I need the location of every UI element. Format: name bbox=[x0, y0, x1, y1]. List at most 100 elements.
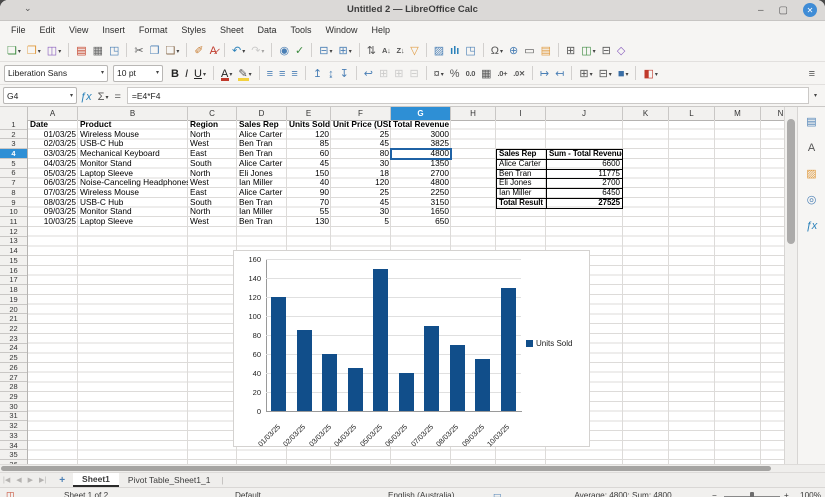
insert-image-button[interactable]: ▨ bbox=[432, 42, 446, 58]
row-header-8[interactable]: 8 bbox=[0, 188, 27, 198]
currency-format-button[interactable]: ¤▾ bbox=[432, 65, 446, 81]
cell[interactable]: 90 bbox=[287, 188, 331, 198]
cell[interactable]: West bbox=[188, 139, 237, 149]
pivot-cell[interactable]: 2700 bbox=[547, 179, 622, 188]
formula-input[interactable]: =E4*F4 bbox=[127, 87, 809, 104]
spreadsheet-grid[interactable]: ABCDEFGHIJKLMN 1234567891011121314151617… bbox=[0, 107, 784, 464]
column-header-C[interactable]: C bbox=[188, 107, 237, 120]
cell[interactable]: 120 bbox=[331, 178, 391, 188]
column-dropdown-icon[interactable]: ▾ bbox=[349, 46, 352, 58]
name-box[interactable]: G4 ▾ bbox=[3, 87, 77, 104]
language-status[interactable]: English (Australia) bbox=[388, 491, 454, 497]
conditional-formatting-button[interactable]: ◧▾ bbox=[641, 65, 659, 81]
cell[interactable]: Ben Tran bbox=[237, 198, 287, 208]
autofilter-button[interactable]: ▽ bbox=[408, 42, 420, 58]
cell[interactable]: 45 bbox=[331, 139, 391, 149]
row-header-2[interactable]: 2 bbox=[0, 130, 27, 140]
menu-tools[interactable]: Tools bbox=[283, 23, 318, 37]
row-header-26[interactable]: 26 bbox=[0, 363, 27, 373]
cell[interactable]: USB-C Hub bbox=[78, 198, 188, 208]
cell[interactable]: Laptop Sleeve bbox=[78, 217, 188, 227]
print-preview-button[interactable]: ◳ bbox=[107, 42, 121, 58]
insert-chart-button[interactable]: ılı bbox=[448, 42, 461, 58]
center-vertically-button[interactable]: ↨ bbox=[326, 65, 336, 81]
align-right-button[interactable]: ≡ bbox=[289, 65, 299, 81]
cell[interactable]: 06/03/25 bbox=[28, 178, 78, 188]
print-button[interactable]: ▦ bbox=[91, 42, 105, 58]
row-header-20[interactable]: 20 bbox=[0, 305, 27, 315]
column-header-A[interactable]: A bbox=[28, 107, 78, 120]
cell[interactable]: 120 bbox=[287, 130, 331, 140]
wrap-text-button[interactable]: ↩ bbox=[362, 65, 375, 81]
row-header-21[interactable]: 21 bbox=[0, 314, 27, 324]
row-header-12[interactable]: 12 bbox=[0, 227, 27, 237]
select-all-corner[interactable] bbox=[0, 107, 28, 120]
cell[interactable]: Ben Tran bbox=[237, 217, 287, 227]
draw-functions-button[interactable]: ◇ bbox=[615, 42, 627, 58]
special-character-button[interactable]: Ω▾ bbox=[489, 42, 505, 58]
row-button[interactable]: ⊟▾ bbox=[317, 42, 334, 58]
row-header-28[interactable]: 28 bbox=[0, 382, 27, 392]
cell[interactable]: 60 bbox=[287, 149, 331, 159]
menu-file[interactable]: File bbox=[4, 23, 33, 37]
underline-dropdown-icon[interactable]: ▾ bbox=[203, 69, 206, 81]
cell[interactable]: Monitor Stand bbox=[78, 207, 188, 217]
cell[interactable]: Eli Jones bbox=[237, 169, 287, 179]
cell[interactable]: USB-C Hub bbox=[78, 139, 188, 149]
cell[interactable]: 80 bbox=[331, 149, 391, 159]
clone-formatting-button[interactable]: ✐ bbox=[192, 42, 205, 58]
undo-button[interactable]: ↶▾ bbox=[230, 42, 247, 58]
menu-data[interactable]: Data bbox=[250, 23, 283, 37]
save-status-icon[interactable]: ◫ bbox=[6, 490, 15, 497]
row-headers[interactable]: 1234567891011121314151617181920212223242… bbox=[0, 120, 28, 464]
font-color-button[interactable]: A▾ bbox=[219, 65, 234, 81]
cell[interactable]: South bbox=[188, 198, 237, 208]
find-replace-button[interactable]: ◉ bbox=[277, 42, 291, 58]
column-header-G[interactable]: G bbox=[391, 107, 451, 120]
cell[interactable]: 150 bbox=[287, 169, 331, 179]
italic-button[interactable]: I bbox=[183, 65, 190, 81]
cell[interactable]: 3000 bbox=[391, 130, 451, 140]
paste-dropdown-icon[interactable]: ▾ bbox=[176, 46, 179, 58]
pivot-cell[interactable]: Ian Miller bbox=[497, 189, 547, 198]
insert-object-button[interactable]: ◳ bbox=[463, 42, 477, 58]
increase-indent-button[interactable]: ↦ bbox=[538, 65, 551, 81]
row-header-18[interactable]: 18 bbox=[0, 285, 27, 295]
cell[interactable]: North bbox=[188, 169, 237, 179]
row-header-4[interactable]: 4 bbox=[0, 149, 27, 159]
font-color-dropdown-icon[interactable]: ▾ bbox=[229, 69, 232, 81]
currency-format-dropdown-icon[interactable]: ▾ bbox=[441, 69, 444, 81]
decrease-indent-button[interactable]: ↤ bbox=[553, 65, 566, 81]
sidebar-tab-styles-icon[interactable]: A bbox=[808, 142, 815, 154]
cell[interactable]: 18 bbox=[331, 169, 391, 179]
cell[interactable]: 30 bbox=[331, 159, 391, 169]
row-header-27[interactable]: 27 bbox=[0, 373, 27, 383]
underline-button[interactable]: U▾ bbox=[192, 65, 208, 81]
sort-descending-button[interactable]: Z↓ bbox=[395, 42, 407, 58]
selection-mode-icon[interactable]: ▭ bbox=[493, 490, 502, 497]
align-top-button[interactable]: ↥ bbox=[311, 65, 324, 81]
horizontal-scrollbar-thumb[interactable] bbox=[1, 466, 771, 471]
sidebar-tab-properties-icon[interactable]: ▤ bbox=[806, 116, 816, 128]
align-left-button[interactable]: ≡ bbox=[265, 65, 275, 81]
cell[interactable]: 1350 bbox=[391, 159, 451, 169]
row-header-17[interactable]: 17 bbox=[0, 276, 27, 286]
split-window-button[interactable]: ⊟ bbox=[600, 42, 613, 58]
add-sheet-button[interactable]: + bbox=[59, 475, 65, 486]
menu-sheet[interactable]: Sheet bbox=[213, 23, 251, 37]
borders-dropdown-icon[interactable]: ▾ bbox=[590, 69, 593, 81]
row-header-14[interactable]: 14 bbox=[0, 246, 27, 256]
cell[interactable]: 07/03/25 bbox=[28, 188, 78, 198]
cell[interactable]: 25 bbox=[331, 188, 391, 198]
clear-formatting-button[interactable]: A̷ bbox=[208, 42, 219, 58]
row-header-9[interactable]: 9 bbox=[0, 198, 27, 208]
cell[interactable]: Monitor Stand bbox=[78, 159, 188, 169]
highlighting-color-button[interactable]: ✎▾ bbox=[236, 65, 253, 81]
column-header-L[interactable]: L bbox=[669, 107, 715, 120]
font-name-dropdown-icon[interactable]: ▾ bbox=[101, 67, 104, 79]
new-document-dropdown-icon[interactable]: ▾ bbox=[18, 46, 21, 58]
column-header-N[interactable]: N bbox=[761, 107, 784, 120]
cell[interactable]: Product bbox=[78, 120, 188, 130]
add-decimal-button[interactable]: .0+ bbox=[496, 65, 510, 81]
sidebar-tab-gallery-icon[interactable]: ▨ bbox=[806, 168, 816, 180]
